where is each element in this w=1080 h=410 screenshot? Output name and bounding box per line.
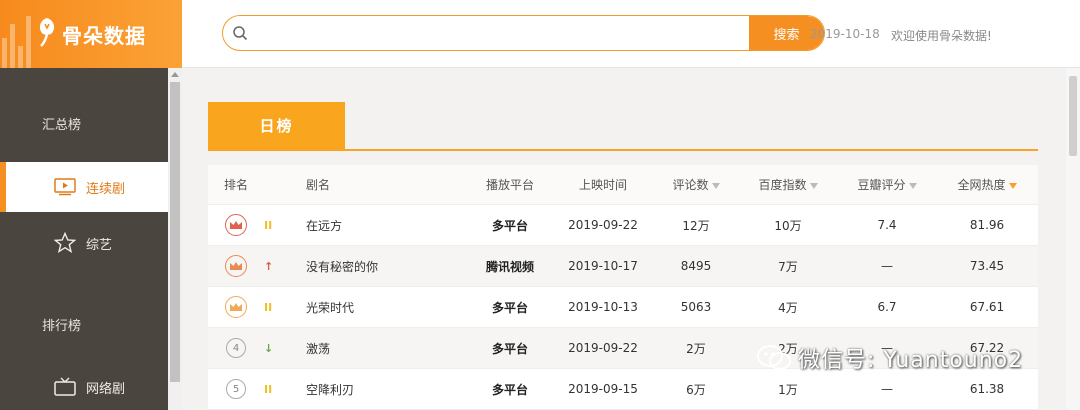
- baidu-index: 1万: [778, 382, 798, 397]
- douban-score: 7.4: [877, 218, 897, 232]
- main-scroll-thumb[interactable]: [1069, 76, 1077, 156]
- rank-2-crown-badge: [225, 246, 247, 286]
- rank-1-crown-badge: [225, 205, 247, 245]
- sort-arrow-icon: [809, 182, 818, 189]
- table-row[interactable]: 5 II 空降利刃 多平台 2019-09-15 6万 1万 — 61.38: [208, 369, 1038, 410]
- brand-logo[interactable]: 骨朵数据: [0, 0, 182, 68]
- comments: 5063: [680, 300, 712, 314]
- table-row[interactable]: ↑ 没有秘密的你 腾讯视频 2019-10-17 8495 7万 — 73.45: [208, 246, 1038, 287]
- heat-score: 61.38: [969, 382, 1005, 396]
- scroll-up-arrow-icon[interactable]: [171, 72, 179, 77]
- comments: 8495: [680, 259, 712, 273]
- search-box: 搜索: [222, 15, 825, 51]
- douban-score: —: [881, 259, 893, 273]
- pause-icon: II: [264, 300, 273, 314]
- show-title[interactable]: 空降利刃: [306, 369, 354, 409]
- logo-bars-decoration: [2, 16, 31, 68]
- wechat-watermark: 微信号: Yuantouno2: [756, 342, 1023, 374]
- release-date: 2019-10-13: [568, 300, 638, 314]
- platform: 腾讯视频: [485, 259, 534, 274]
- sidebar-item-label: 连续剧: [86, 181, 126, 197]
- comments: 12万: [682, 218, 710, 233]
- sort-arrow-icon: [908, 182, 917, 189]
- tv-icon: [52, 376, 78, 398]
- sidebar-section-ranking: 排行榜: [42, 319, 82, 334]
- show-title[interactable]: 在远方: [306, 205, 342, 245]
- comments: 6万: [686, 382, 706, 397]
- brand-name: 骨朵数据: [62, 24, 146, 48]
- header-comments[interactable]: 评论数: [656, 165, 736, 204]
- table-row[interactable]: II 光荣时代 多平台 2019-10-13 5063 4万 6.7 67.61: [208, 287, 1038, 328]
- rank-number: 4: [226, 338, 246, 358]
- pause-icon: II: [264, 382, 273, 396]
- rank-3-crown-badge: [225, 287, 247, 327]
- header-heat[interactable]: 全网热度: [944, 165, 1030, 204]
- baidu-index: 7万: [778, 259, 798, 274]
- sidebar-section-summary: 汇总榜: [42, 118, 82, 133]
- rank-number: 5: [226, 379, 246, 399]
- table-header: 排名 剧名 播放平台 上映时间 评论数 百度指数 豆瓣评分 全网热度: [208, 165, 1038, 205]
- current-date: 2019-10-18: [810, 27, 880, 41]
- sort-arrow-icon: [711, 182, 720, 189]
- header-douban[interactable]: 豆瓣评分: [846, 165, 928, 204]
- sidebar-scroll-thumb[interactable]: [170, 82, 180, 382]
- sidebar-item-series[interactable]: 连续剧: [0, 162, 168, 212]
- sidebar: 汇总榜 连续剧 综艺 排行榜 网络剧: [0, 68, 168, 410]
- pause-icon: II: [264, 218, 273, 232]
- heat-score: 81.96: [969, 218, 1005, 232]
- show-title[interactable]: 激荡: [306, 328, 330, 368]
- table-row[interactable]: II 在远方 多平台 2019-09-22 12万 10万 7.4 81.96: [208, 205, 1038, 246]
- header-baidu-label: 百度指数: [758, 178, 807, 192]
- sidebar-scrollbar[interactable]: [168, 68, 182, 410]
- tab-bar: 日榜: [208, 102, 1038, 151]
- release-date: 2019-09-22: [568, 218, 638, 232]
- release-date: 2019-09-15: [568, 382, 638, 396]
- main-scrollbar[interactable]: [1066, 68, 1080, 410]
- header-baidu[interactable]: 百度指数: [748, 165, 828, 204]
- welcome-message: 欢迎使用骨朵数据!: [891, 29, 992, 43]
- platform: 多平台: [491, 341, 528, 356]
- sidebar-item-label: 网络剧: [86, 381, 126, 397]
- douban-score: —: [881, 382, 893, 396]
- show-title[interactable]: 没有秘密的你: [306, 246, 378, 286]
- header-platform: 播放平台: [485, 178, 534, 192]
- tv-play-icon: [52, 176, 78, 198]
- baidu-index: 10万: [774, 218, 802, 233]
- trend-up-icon: ↑: [264, 259, 274, 273]
- baidu-index: 4万: [778, 300, 798, 315]
- platform: 多平台: [491, 218, 528, 233]
- sort-arrow-active-icon: [1008, 182, 1017, 189]
- header-heat-label: 全网热度: [957, 178, 1006, 192]
- search-icon: [223, 16, 257, 50]
- heat-score: 73.45: [969, 259, 1005, 273]
- release-date: 2019-09-22: [568, 341, 638, 355]
- sidebar-item-label: 综艺: [86, 237, 113, 253]
- platform: 多平台: [491, 300, 528, 315]
- douban-score: 6.7: [877, 300, 897, 314]
- header-comments-label: 评论数: [672, 178, 709, 192]
- header-rank: 排名: [224, 178, 249, 192]
- star-icon: [52, 232, 78, 254]
- comments: 2万: [686, 341, 706, 356]
- watermark-text: 微信号: Yuantouno2: [798, 348, 1024, 373]
- top-bar: 搜索 2019-10-18 欢迎使用骨朵数据!: [182, 0, 1080, 68]
- tab-daily[interactable]: 日榜: [208, 102, 345, 149]
- search-input[interactable]: [257, 16, 749, 50]
- rank-number-badge: 5: [226, 369, 246, 409]
- show-title[interactable]: 光荣时代: [306, 287, 354, 327]
- rank-number-badge: 4: [226, 328, 246, 368]
- sidebar-item-variety[interactable]: 综艺: [0, 218, 168, 268]
- sidebar-item-web-series[interactable]: 网络剧: [0, 362, 168, 410]
- heat-score: 67.61: [969, 300, 1005, 314]
- header-title: 剧名: [306, 178, 331, 192]
- wechat-icon: [757, 345, 791, 370]
- platform: 多平台: [491, 382, 528, 397]
- trend-down-icon: ↓: [264, 341, 274, 355]
- header-douban-label: 豆瓣评分: [857, 178, 906, 192]
- header-date: 上映时间: [578, 178, 627, 192]
- flower-logo-icon: [39, 18, 55, 47]
- release-date: 2019-10-17: [568, 259, 638, 273]
